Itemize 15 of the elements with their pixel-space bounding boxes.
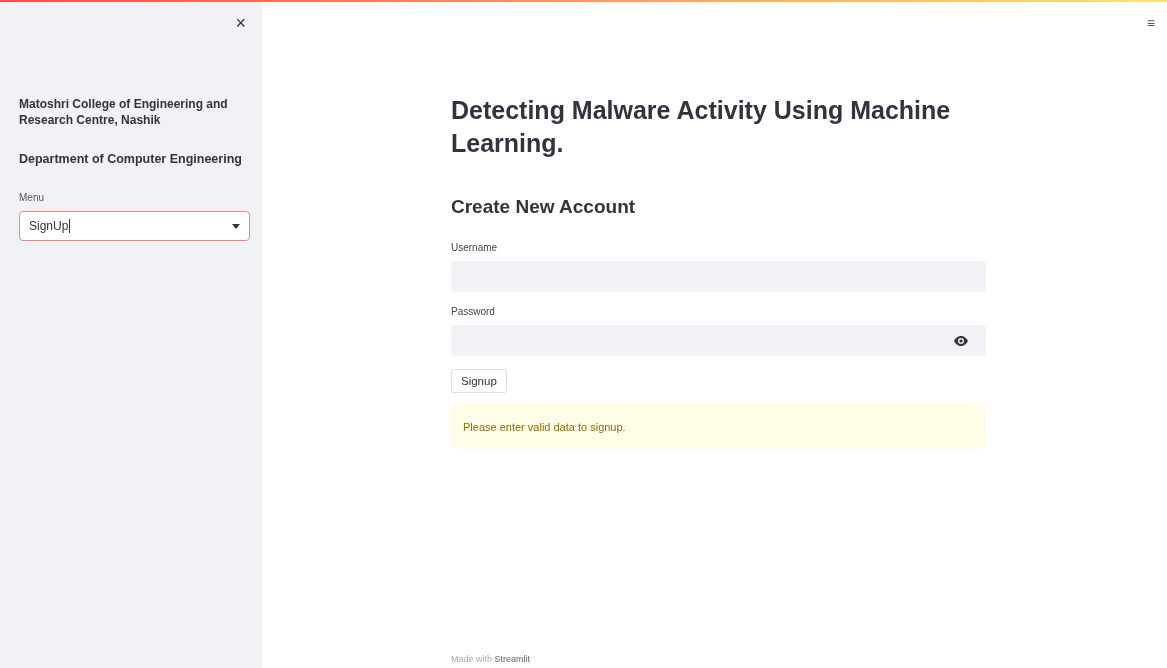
section-heading: Create New Account [451,196,637,218]
password-field[interactable] [451,325,986,356]
warning-alert: Please enter valid data to signup. [451,404,986,449]
signup-button[interactable]: Signup [451,369,507,393]
field-label: Username [451,242,498,253]
menu-label: Menu [19,192,44,203]
eye-icon[interactable] [954,335,968,346]
field-label: Password [451,306,495,317]
page-title: Detecting Malware Activity Using Machine Learning. [451,95,952,159]
dropdown-caret-icon [232,223,240,229]
menu-dropdown[interactable]: SignUp [19,211,250,241]
close-button[interactable]: × [231,14,250,32]
college-name: Matoshri College of Engineering and Research Centre, Nashik [19,96,229,128]
department-name: Department of Computer Engineering [19,152,243,166]
footer-text: Made with Streamlit [451,654,532,664]
